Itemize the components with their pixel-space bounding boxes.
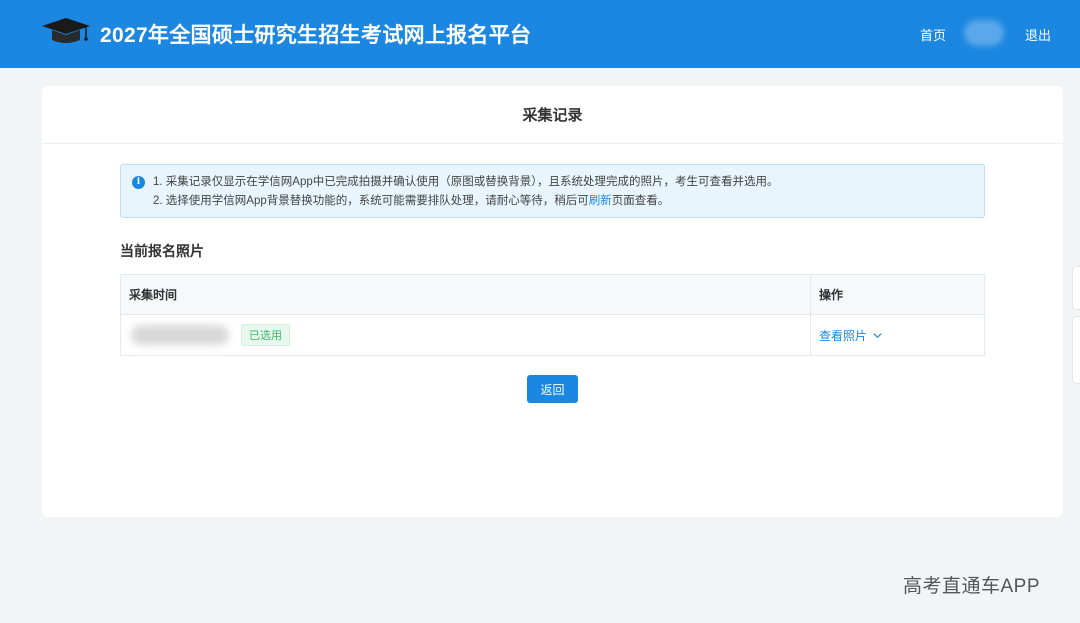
card-header: 采集记录 xyxy=(42,86,1063,144)
collection-record-card: 采集记录 i 1. 采集记录仅显示在学信网App中已完成拍摄并确认使用（原图或替… xyxy=(42,86,1063,517)
user-avatar[interactable] xyxy=(964,20,1004,46)
side-float-tab[interactable] xyxy=(1072,266,1080,310)
info-notice: i 1. 采集记录仅显示在学信网App中已完成拍摄并确认使用（原图或替换背景），… xyxy=(120,164,985,218)
logout-link[interactable]: 退出 xyxy=(1025,25,1051,44)
top-header-bar: 2027年全国硕士研究生招生考试网上报名平台 首页 退出 xyxy=(0,0,1080,68)
side-float-tab-2[interactable] xyxy=(1072,316,1080,384)
selected-status-badge: 已选用 xyxy=(241,324,290,346)
page-title: 采集记录 xyxy=(522,107,583,124)
watermark-text: 高考直通车APP xyxy=(903,576,1041,597)
collection-time-value xyxy=(131,325,229,345)
refresh-link[interactable]: 刷新 xyxy=(589,195,612,207)
photo-table: 采集时间 操作 已选用 查看照片 xyxy=(120,274,985,356)
notice-line-2-text: 2. 选择使用学信网App背景替换功能的，系统可能需要排队处理，请耐心等待，稍后… xyxy=(153,195,589,207)
header-collection-time: 采集时间 xyxy=(129,288,178,302)
nav-home-link[interactable]: 首页 xyxy=(920,25,946,44)
section-title: 当前报名照片 xyxy=(120,243,204,259)
back-button[interactable]: 返回 xyxy=(527,375,578,403)
notice-line-2: 2. 选择使用学信网App背景替换功能的，系统可能需要排队处理，请耐心等待，稍后… xyxy=(153,192,984,211)
notice-line-2-suffix: 页面查看。 xyxy=(611,195,670,207)
header-actions: 操作 xyxy=(819,288,844,302)
view-photo-label: 查看照片 xyxy=(819,328,868,343)
graduation-cap-icon xyxy=(42,18,90,43)
notice-line-1: 1. 采集记录仅显示在学信网App中已完成拍摄并确认使用（原图或替换背景），且系… xyxy=(153,176,779,188)
table-header: 采集时间 操作 xyxy=(121,275,984,315)
chevron-down-icon xyxy=(873,332,882,338)
info-icon: i xyxy=(132,176,145,189)
site-title: 2027年全国硕士研究生招生考试网上报名平台 xyxy=(100,24,532,47)
table-row: 已选用 查看照片 xyxy=(121,315,984,355)
view-photo-dropdown[interactable]: 查看照片 xyxy=(819,327,882,344)
